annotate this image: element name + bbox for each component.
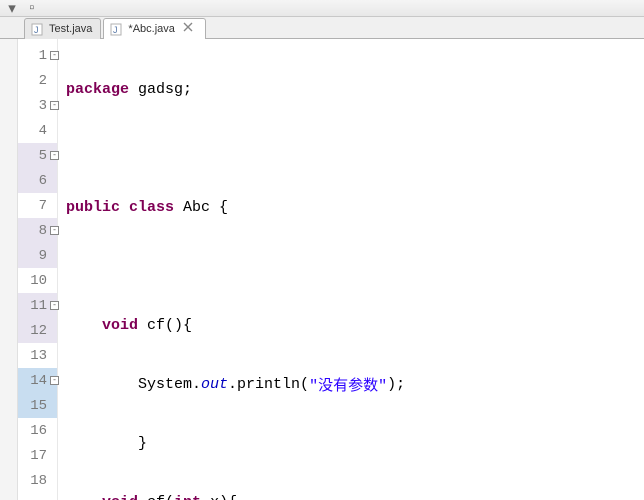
code-line[interactable]: void cf(){ (66, 313, 644, 338)
line-number: 18 (18, 468, 57, 493)
line-number: 5- (18, 143, 57, 168)
tab-label: Test.java (49, 23, 92, 35)
code-line[interactable]: void cf(int x){ (66, 490, 644, 500)
square-icon[interactable]: ▫ (24, 0, 40, 16)
close-icon[interactable] (183, 22, 197, 36)
tab-abc-java[interactable]: J *Abc.java (103, 18, 205, 39)
editor-root: ▾ ▫ J Test.java J *Abc.java 1- 2 3- 4 5- (0, 0, 644, 500)
editor-body: 1- 2 3- 4 5- 6 7 8- 9 10 11- 12 13 14- 1… (0, 39, 644, 500)
java-file-icon: J (31, 22, 45, 36)
chevron-down-icon[interactable]: ▾ (4, 0, 20, 16)
line-number: 15 (18, 393, 57, 418)
line-number: 7 (18, 193, 57, 218)
line-number: 2 (18, 68, 57, 93)
left-ruler (0, 39, 18, 500)
line-number: 6 (18, 168, 57, 193)
code-line[interactable] (66, 136, 644, 161)
svg-text:J: J (113, 25, 118, 35)
code-line[interactable]: } (66, 431, 644, 456)
line-number: 1- (18, 43, 57, 68)
java-file-icon: J (110, 22, 124, 36)
code-line[interactable]: System.out.println("没有参数"); (66, 372, 644, 397)
line-number: 11- (18, 293, 57, 318)
tab-test-java[interactable]: J Test.java (24, 18, 101, 39)
tab-label: *Abc.java (128, 23, 174, 35)
line-number: 16 (18, 418, 57, 443)
code-line[interactable]: public class Abc { (66, 195, 644, 220)
line-number: 14- (18, 368, 57, 393)
code-line[interactable] (66, 254, 644, 279)
toolbar: ▾ ▫ (0, 0, 644, 17)
code-area[interactable]: package gadsg; public class Abc { void c… (58, 39, 644, 500)
line-number: 4 (18, 118, 57, 143)
line-number: 13 (18, 343, 57, 368)
line-number: 10 (18, 268, 57, 293)
code-line[interactable]: package gadsg; (66, 77, 644, 102)
line-number: 12 (18, 318, 57, 343)
line-number: 3- (18, 93, 57, 118)
tab-bar: J Test.java J *Abc.java (0, 17, 644, 39)
line-number: 9 (18, 243, 57, 268)
line-number: 8- (18, 218, 57, 243)
svg-text:J: J (34, 25, 39, 35)
line-gutter: 1- 2 3- 4 5- 6 7 8- 9 10 11- 12 13 14- 1… (18, 39, 58, 500)
line-number: 17 (18, 443, 57, 468)
